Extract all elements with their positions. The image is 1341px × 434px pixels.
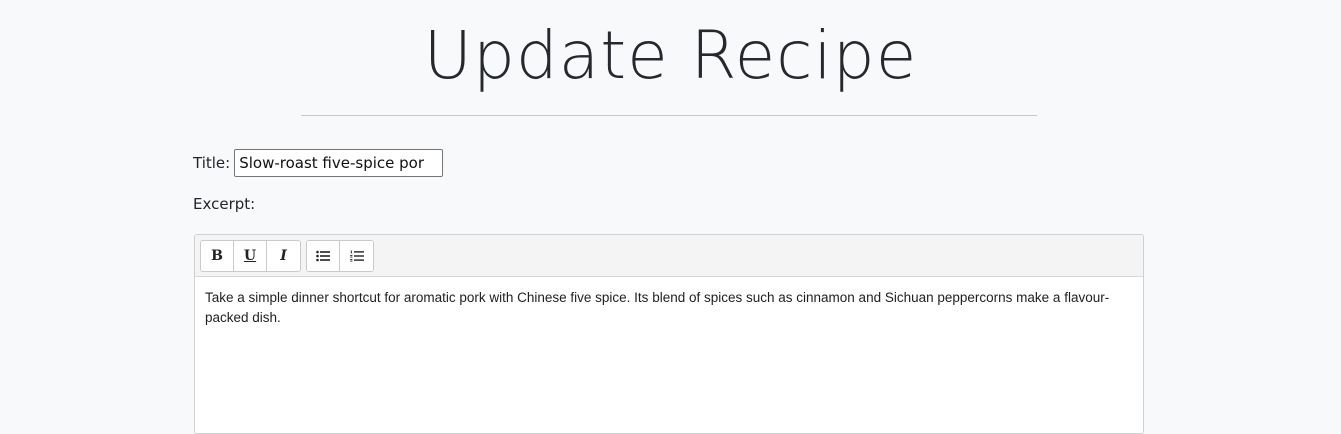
bold-icon: B xyxy=(211,247,223,264)
italic-button[interactable]: I xyxy=(267,240,300,271)
italic-icon: I xyxy=(280,247,287,264)
excerpt-editor: B U I Take a simple dinner shortcut for … xyxy=(194,234,1144,434)
title-input[interactable] xyxy=(234,149,444,177)
page-title: Update Recipe xyxy=(423,17,918,94)
numbered-list-icon xyxy=(349,250,364,261)
bold-button[interactable]: B xyxy=(201,240,234,271)
format-button-group: B U I xyxy=(200,239,301,272)
excerpt-text-area[interactable]: Take a simple dinner shortcut for aromat… xyxy=(195,277,1143,339)
excerpt-label: Excerpt: xyxy=(193,195,256,213)
bulleted-list-icon xyxy=(316,250,330,261)
title-divider xyxy=(301,115,1037,116)
underline-icon: U xyxy=(243,247,257,264)
title-field-row: Title: xyxy=(193,149,444,177)
bulleted-list-button[interactable] xyxy=(307,240,340,271)
list-button-group xyxy=(306,239,374,272)
editor-toolbar: B U I xyxy=(195,235,1143,277)
numbered-list-button[interactable] xyxy=(340,240,373,271)
title-label: Title: xyxy=(193,154,231,172)
underline-button[interactable]: U xyxy=(234,240,267,271)
